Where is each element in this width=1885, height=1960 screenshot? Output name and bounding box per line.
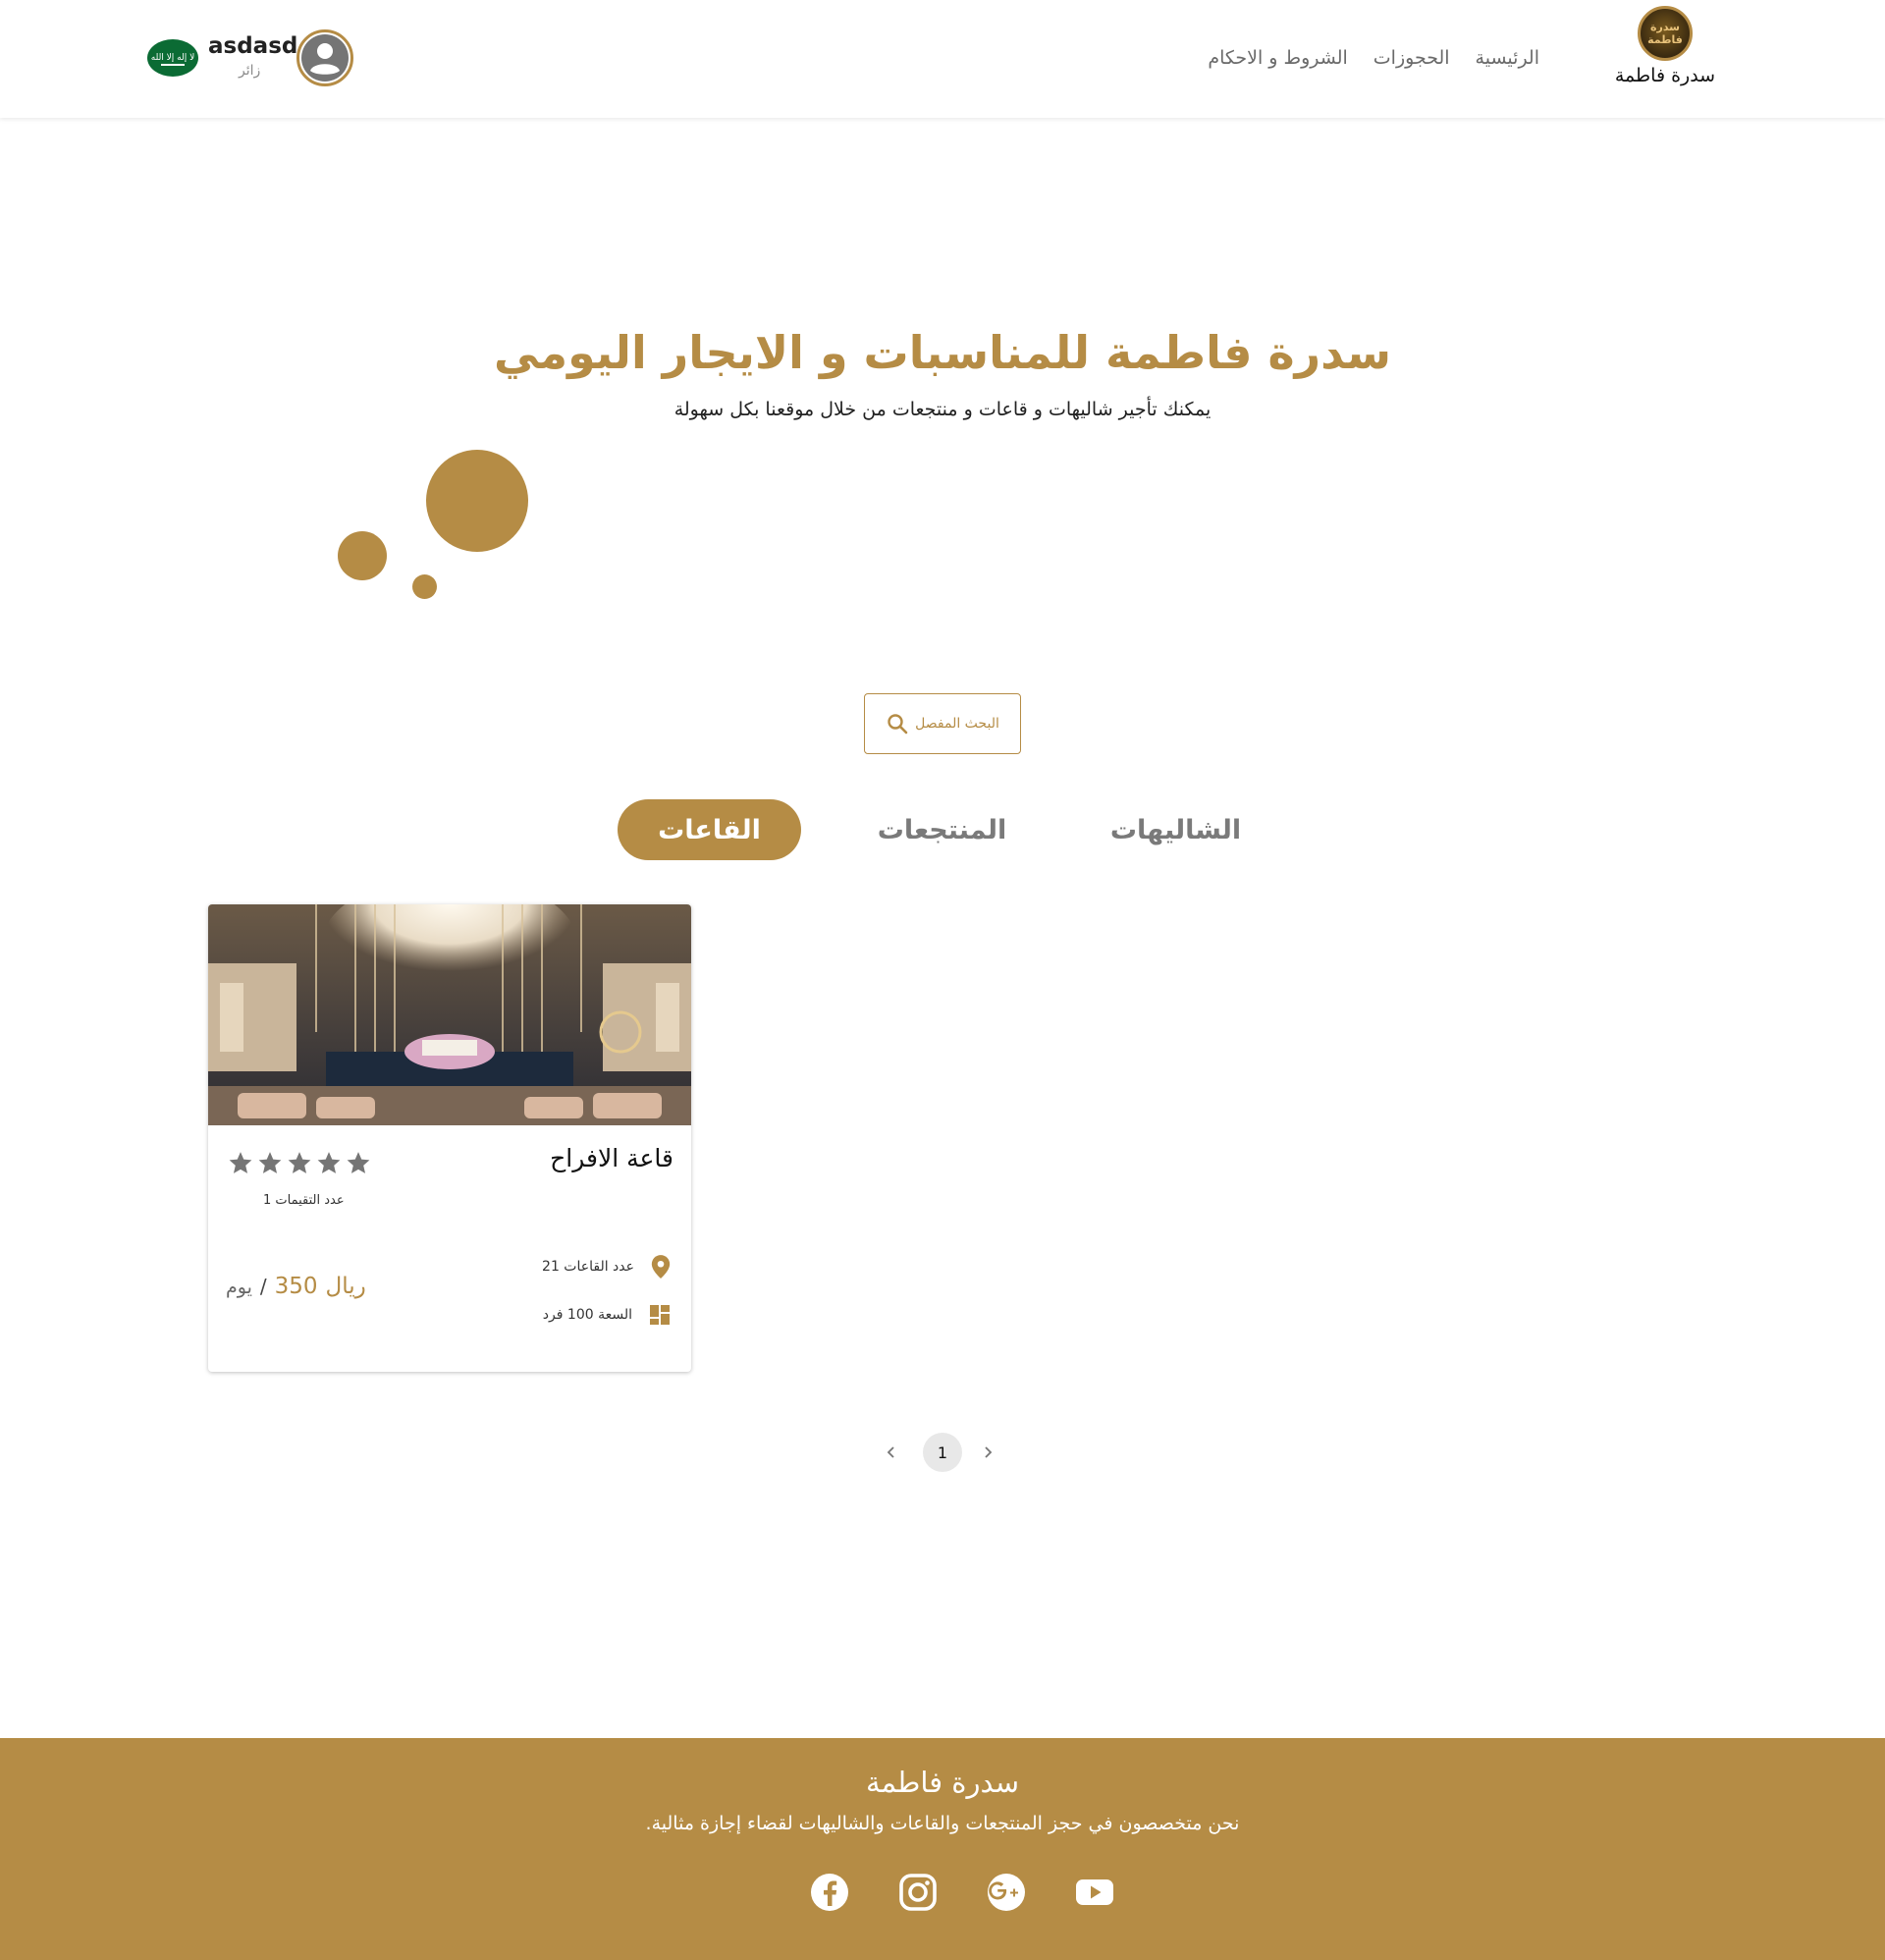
brand-name: سدرة فاطمة: [1614, 65, 1716, 86]
logo-emblem: سدرة فاطمة: [1638, 6, 1693, 61]
listing-price: ريال 350 / يوم: [226, 1274, 366, 1299]
chevron-right-icon[interactable]: [978, 1443, 997, 1462]
advanced-search-button[interactable]: البحث المفصل: [864, 693, 1021, 754]
user-avatar-icon: [301, 34, 349, 82]
dashboard-grid-icon: [650, 1305, 670, 1325]
halls-count-row: عدد القاعات 21: [542, 1254, 672, 1279]
avatar[interactable]: [296, 29, 353, 86]
nav-link-terms[interactable]: الشروط و الاحكام: [1208, 47, 1347, 69]
rating-stars: [228, 1150, 371, 1175]
brand-logo-link[interactable]: سدرة فاطمة سدرة فاطمة: [1606, 4, 1724, 94]
page-button-current[interactable]: 1: [923, 1433, 962, 1472]
tab-halls[interactable]: القاعات: [618, 799, 801, 860]
logo-text-line2: فاطمة: [1647, 33, 1683, 46]
facebook-icon[interactable]: [809, 1872, 850, 1913]
footer-brand-name: سدرة فاطمة: [865, 1766, 1020, 1799]
capacity-row: السعة 100 فرد: [543, 1303, 672, 1327]
listing-image: [208, 904, 691, 1125]
top-navbar: سدرة فاطمة سدرة فاطمة الرئيسية الحجوزات …: [0, 0, 1885, 118]
user-name: asdasd: [208, 33, 298, 59]
listing-title[interactable]: قاعة الافراح: [550, 1144, 673, 1172]
pagination: 1: [882, 1433, 1003, 1472]
capacity: السعة 100 فرد: [542, 1307, 632, 1323]
star-icon: [258, 1152, 282, 1173]
star-icon: [288, 1152, 311, 1173]
nav-link-home[interactable]: الرئيسية: [1476, 47, 1539, 69]
instagram-icon[interactable]: [897, 1872, 939, 1913]
decorative-dot-small: [412, 574, 437, 599]
logo-text-line1: سدرة: [1650, 21, 1680, 33]
ratings-count: عدد التقيمات 1: [263, 1193, 345, 1208]
hero-title: سدرة فاطمة للمناسبات و الايجار اليومي: [494, 326, 1391, 379]
halls-count: عدد القاعات 21: [542, 1259, 634, 1275]
hero-subtitle: يمكنك تأجير شاليهات و قاعات و منتجعات من…: [673, 399, 1212, 420]
location-pin-icon: [651, 1255, 671, 1279]
footer: سدرة فاطمة نحن متخصصون في حجز المنتجعات …: [0, 1738, 1885, 1960]
google-plus-icon[interactable]: [986, 1872, 1027, 1913]
decorative-dot-medium: [338, 531, 387, 580]
main-nav: الرئيسية الحجوزات الشروط و الاحكام: [1208, 47, 1539, 69]
user-role: زائر: [239, 63, 261, 79]
youtube-icon[interactable]: [1074, 1872, 1115, 1913]
flag-sword: [161, 64, 185, 66]
flag-text: لا إله إلا الله: [150, 53, 195, 63]
price-separator: /: [259, 1275, 267, 1298]
star-icon: [229, 1152, 252, 1173]
listing-card[interactable]: قاعة الافراح عدد التقيمات 1 عدد القاعات …: [208, 904, 691, 1372]
decorative-dot-large: [426, 450, 528, 552]
chevron-left-icon[interactable]: [882, 1443, 901, 1462]
footer-description: نحن متخصصون في حجز المنتجعات والقاعات وا…: [645, 1813, 1240, 1834]
language-flag-icon[interactable]: لا إله إلا الله: [147, 39, 198, 77]
tab-resorts[interactable]: المنتجعات: [856, 799, 1028, 860]
nav-link-bookings[interactable]: الحجوزات: [1373, 47, 1450, 69]
tab-chalets[interactable]: الشاليهات: [1090, 799, 1262, 860]
price-currency: ريال: [325, 1274, 366, 1299]
price-unit: يوم: [226, 1277, 252, 1298]
star-icon: [347, 1152, 370, 1173]
price-amount: 350: [274, 1274, 318, 1299]
search-icon: [888, 714, 908, 735]
advanced-search-label: البحث المفصل: [915, 716, 999, 732]
star-icon: [317, 1152, 341, 1173]
